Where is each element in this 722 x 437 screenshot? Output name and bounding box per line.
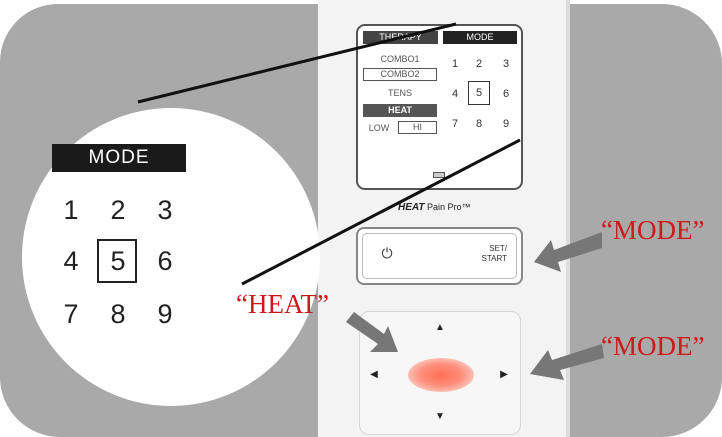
zoom-line-top — [137, 22, 457, 104]
mode-annotation-bottom: “MODE” — [601, 331, 705, 361]
pointer-arrow-mode-top — [534, 232, 602, 272]
pointer-arrow-mode-bottom — [530, 344, 604, 380]
zoom-line-bottom — [241, 138, 521, 286]
pointer-arrow-heat — [346, 312, 398, 352]
heat-annotation: “HEAT” — [236, 289, 329, 319]
mode-annotation-top: “MODE” — [601, 215, 705, 245]
